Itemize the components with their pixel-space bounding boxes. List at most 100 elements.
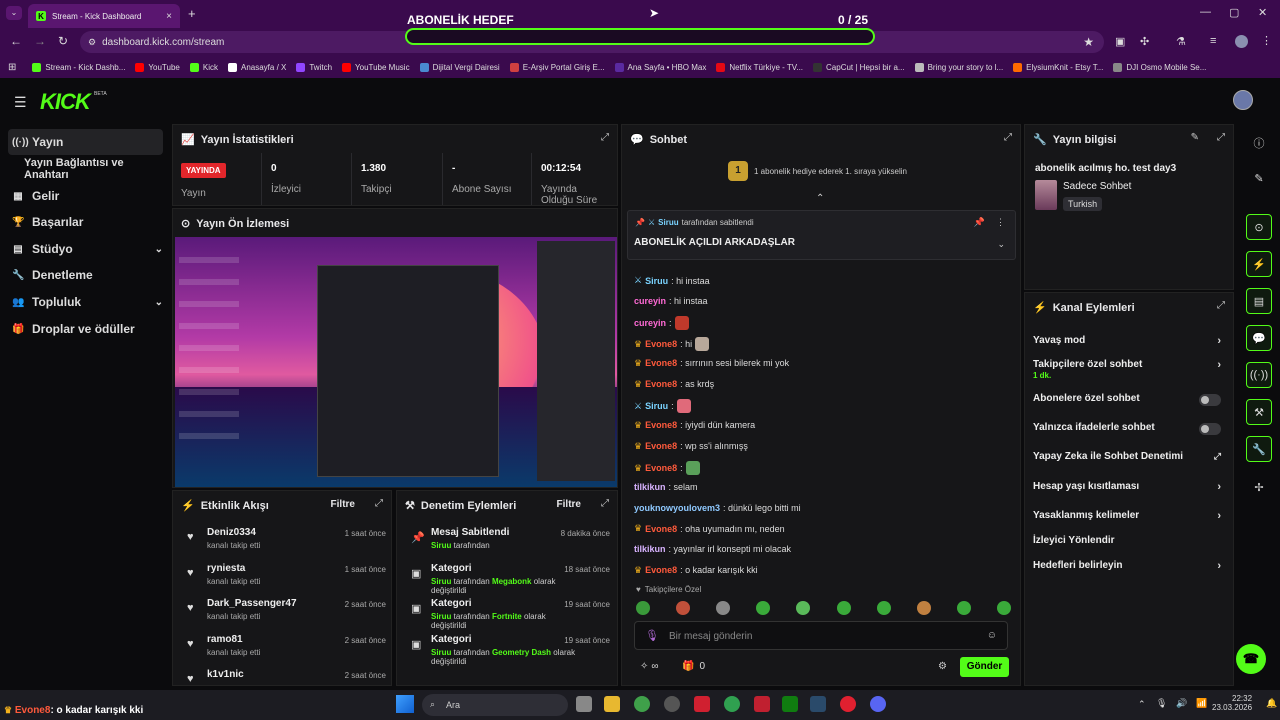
bolt-toggle-icon[interactable]: ⚡ <box>1246 251 1272 277</box>
media-control-icon[interactable]: ≡ <box>1210 35 1216 47</box>
app-adobe-icon[interactable] <box>754 696 770 712</box>
emoji-icon[interactable]: ☺ <box>987 630 997 641</box>
channel-action-row[interactable]: Yalnızca ifadelerle sohbet <box>1033 422 1221 435</box>
sidebar-item-studio[interactable]: ▤ Stüdyo ⌄ <box>8 236 163 262</box>
sidebar-item-achievements[interactable]: 🏆 Başarılar <box>8 209 163 235</box>
sidebar-item-stream[interactable]: ((·)) Yayın <box>8 129 163 155</box>
expand-icon[interactable]: ⤢ <box>601 132 609 143</box>
bookmark-item[interactable]: Kick <box>189 62 218 72</box>
chat-username[interactable]: cureyin <box>634 296 666 306</box>
sidebar-item-moderation[interactable]: 🔧 Denetleme <box>8 262 163 288</box>
bookmark-item[interactable]: YouTube Music <box>342 62 410 72</box>
edit-icon[interactable]: ✎ <box>1246 165 1272 191</box>
broadcast-toggle-icon[interactable]: ((·)) <box>1246 362 1272 388</box>
mod-toggle-icon[interactable]: ⚒ <box>1246 399 1272 425</box>
sidebar-item-stream-key[interactable]: Yayın Bağlantısı ve Anahtarı <box>8 156 170 182</box>
channel-action-row[interactable]: İzleyici Yönlendir <box>1033 535 1221 546</box>
chat-message[interactable]: tilkikun: yayınlar irl konsepti mi olaca… <box>634 544 791 554</box>
expand-icon[interactable]: ⤢ <box>1217 132 1225 143</box>
chat-username[interactable]: Evone8 <box>645 463 677 473</box>
chat-settings-icon[interactable]: ⚙ <box>938 661 947 672</box>
bookmark-item[interactable]: CapCut | Hepsi bir a... <box>813 62 905 72</box>
mod-action-row[interactable]: ▣ Kategori Siruu tarafından Geometry Dash … <box>405 634 610 670</box>
bookmark-item[interactable]: Netflix Türkiye - TV... <box>716 62 803 72</box>
tray-chevron-icon[interactable]: ⌃ <box>1138 699 1146 710</box>
mod-action-row[interactable]: ▣ Kategori Siruu tarafından Fortnite olara… <box>405 598 610 634</box>
external-link-icon[interactable]: ⤢ <box>1214 451 1221 462</box>
chat-username[interactable]: Siruu <box>645 401 668 411</box>
minimize-button[interactable]: — <box>1200 6 1211 18</box>
chat-message[interactable]: ♛ Evone8: as krdş <box>634 379 714 390</box>
filter-button[interactable]: Filtre <box>331 499 355 510</box>
obs-icon[interactable] <box>664 696 680 712</box>
chat-username[interactable]: Evone8 <box>645 358 677 368</box>
toggle-switch[interactable] <box>1199 423 1221 435</box>
sidebar-item-community[interactable]: 👥 Topluluk ⌄ <box>8 289 163 315</box>
chat-message[interactable]: ⚔ Siruu: hi instaa <box>634 275 710 286</box>
add-widget-icon[interactable]: ✢ <box>1246 474 1272 500</box>
apps-icon[interactable]: ⊞ <box>8 62 16 73</box>
system-clock[interactable]: 22:32 23.03.2026 <box>1212 694 1252 712</box>
reload-icon[interactable]: ↻ <box>58 34 68 48</box>
xbox-icon[interactable] <box>724 696 740 712</box>
file-explorer-icon[interactable] <box>604 696 620 712</box>
channel-action-row[interactable]: Abonelere özel sohbet <box>1033 393 1221 406</box>
bookmark-item[interactable]: E-Arşiv Portal Giriş E... <box>509 62 605 72</box>
chat-username[interactable]: Evone8 <box>645 524 677 534</box>
bookmark-item[interactable]: Bring your story to l... <box>914 62 1003 72</box>
emote-icon[interactable] <box>636 601 650 615</box>
chat-username[interactable]: tilkikun <box>634 544 666 554</box>
channel-action-row[interactable]: Hedefleri belirleyin › <box>1033 560 1221 572</box>
channel-action-row[interactable]: Hesap yaşı kısıtlaması › <box>1033 481 1221 493</box>
forward-icon[interactable]: → <box>34 34 46 48</box>
toggle-switch[interactable] <box>1199 394 1221 406</box>
chevron-right-icon[interactable]: › <box>1217 359 1221 371</box>
chat-message[interactable]: ♛ Evone8: sırrının sesi bilerek mi yok <box>634 358 789 369</box>
emote-icon[interactable] <box>716 601 731 615</box>
stats-toggle-icon[interactable]: ▤ <box>1246 288 1272 314</box>
more-icon[interactable]: ⋮ <box>996 217 1005 228</box>
expand-icon[interactable]: ⤢ <box>601 498 609 509</box>
channel-points[interactable]: ✧ ∞ <box>640 661 659 672</box>
activity-row[interactable]: ♥ Deniz0334 kanalı takip etti 1 saat önce <box>181 527 386 561</box>
chevron-right-icon[interactable]: › <box>1217 335 1221 347</box>
chat-input[interactable]: 🎙 Bir mesaj gönderin ☺ <box>634 621 1008 650</box>
steam-icon[interactable] <box>810 696 826 712</box>
chevron-down-icon[interactable]: ⌄ <box>997 239 1005 250</box>
expand-icon[interactable]: ⤢ <box>1217 300 1225 311</box>
info-icon[interactable]: ⓘ <box>1246 130 1272 156</box>
chat-message[interactable]: ⚔ Siruu: <box>634 399 691 414</box>
tray-network-icon[interactable]: 📶 <box>1196 698 1207 709</box>
channel-action-row[interactable]: Yapay Zeka ile Sohbet Denetimi ⤢ <box>1033 451 1221 462</box>
chevron-down-icon[interactable]: ⌄ <box>155 297 163 308</box>
emote-icon[interactable] <box>996 601 1011 615</box>
edit-icon[interactable]: ✎ <box>1191 132 1199 143</box>
app-circle-icon[interactable] <box>840 696 856 712</box>
microphone-icon[interactable]: 🎙 <box>645 629 659 642</box>
bookmark-item[interactable]: Twitch <box>296 62 332 72</box>
collapse-icon[interactable]: ⌃ <box>816 193 824 204</box>
notifications-icon[interactable]: 🔔 <box>1266 698 1277 709</box>
maximize-button[interactable]: ▢ <box>1229 6 1239 19</box>
filter-button[interactable]: Filtre <box>557 499 581 510</box>
stream-preview-image[interactable] <box>175 237 617 487</box>
support-button[interactable]: ☎ <box>1236 644 1266 674</box>
bookmark-item[interactable]: Dijital Vergi Dairesi <box>419 62 500 72</box>
bookmark-item[interactable]: Anasayfa / X <box>227 62 286 72</box>
bookmark-item[interactable]: ElysiumKnit - Etsy T... <box>1013 62 1103 72</box>
emote-icon[interactable] <box>676 601 691 615</box>
chevron-down-icon[interactable]: ⌄ <box>155 244 163 255</box>
chat-toggle-icon[interactable]: 💬 <box>1246 325 1272 351</box>
chat-message[interactable]: youknowyoulovem3: dünkü lego bitti mi <box>634 503 801 513</box>
extension-icon[interactable]: ▣ <box>1115 35 1125 48</box>
mod-action-row[interactable]: 📌 Mesaj Sabitlendi Siruu tarafından 8 dakik… <box>405 527 610 563</box>
chat-message[interactable]: ♛ Evone8: wp ss'i alınmışş <box>634 441 748 452</box>
bookmark-item[interactable]: DJI Osmo Mobile Se... <box>1113 62 1206 72</box>
close-window-button[interactable]: ✕ <box>1258 6 1267 19</box>
bookmark-item[interactable]: Ana Sayfa • HBO Max <box>614 62 706 72</box>
windows-start-icon[interactable] <box>396 695 414 713</box>
emote-icon[interactable] <box>876 601 891 615</box>
bookmark-star-icon[interactable]: ★ <box>1083 35 1094 49</box>
gift-counter[interactable]: 🎁 0 <box>682 661 705 672</box>
preview-toggle-icon[interactable]: ⊙ <box>1246 214 1272 240</box>
